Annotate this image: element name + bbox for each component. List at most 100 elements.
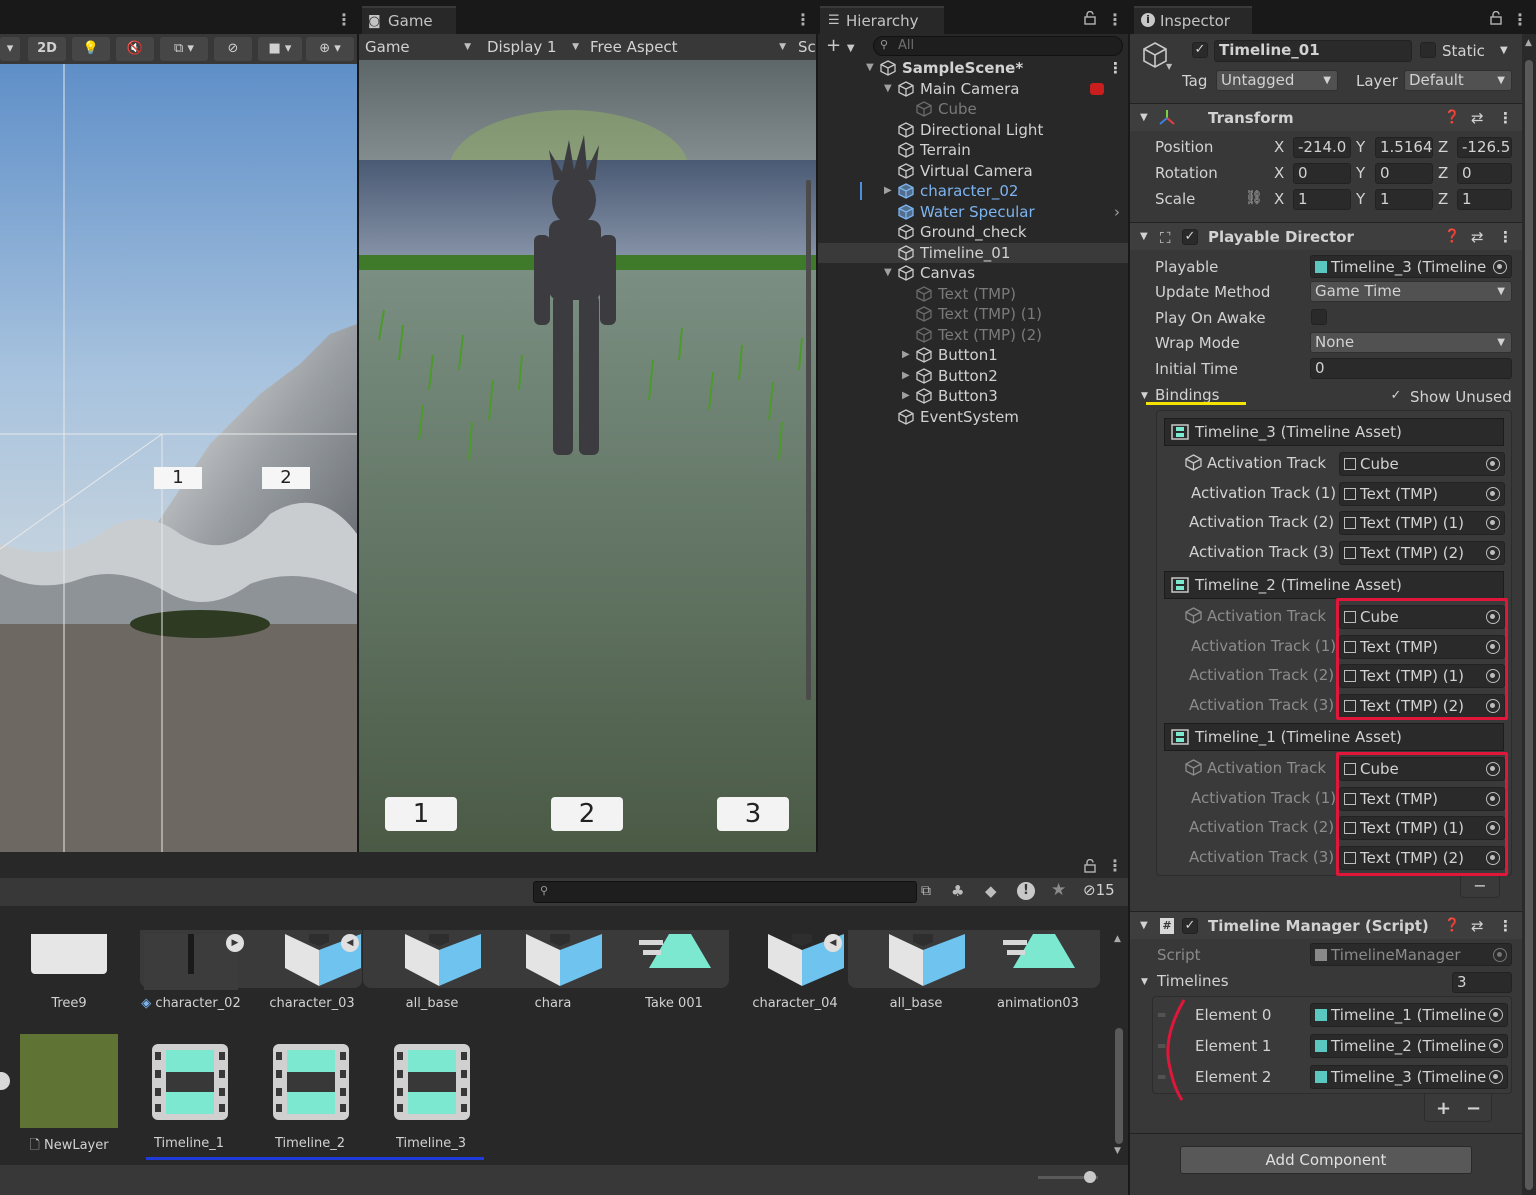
hierarchy-item[interactable]: ▼ Main Camera [818, 79, 1128, 99]
help-icon[interactable]: ❓ [1444, 223, 1460, 251]
timeline-manager-header[interactable]: ▼ # ✓ Timeline Manager (Script) ❓ ⇄ ⋮ [1130, 911, 1522, 939]
axis-label[interactable]: X [1274, 136, 1284, 158]
effects-toggle-icon[interactable]: ⧉ ▾ [160, 37, 208, 61]
play-preview-icon[interactable]: ▶ [226, 934, 244, 952]
object-picker-icon[interactable] [1489, 1008, 1503, 1022]
rotation-z-field[interactable]: 0 [1457, 163, 1512, 184]
foldout-arrow-icon[interactable]: ▼ [1140, 912, 1148, 940]
scale-slider-label[interactable]: Sc [798, 34, 818, 60]
show-unused-checkbox[interactable]: ✓ [1388, 389, 1404, 405]
axis-label[interactable]: Y [1356, 162, 1365, 184]
axis-label[interactable]: Y [1356, 136, 1365, 158]
hierarchy-item[interactable]: Timeline_01 [818, 243, 1128, 263]
position-z-field[interactable]: -126.5 [1457, 137, 1512, 158]
static-dropdown-arrow[interactable]: ▼ [1500, 40, 1508, 62]
timelines-size-field[interactable]: 3 [1452, 972, 1512, 993]
axis-label[interactable]: Z [1438, 188, 1448, 210]
asset-item[interactable]: ◀ character_04 [740, 932, 850, 1012]
object-name-field[interactable]: Timeline_01 [1214, 40, 1412, 62]
project-scroll-down-icon[interactable]: ▼ [1114, 1146, 1121, 1156]
object-picker-icon[interactable] [1486, 545, 1500, 560]
track-binding-field[interactable]: Text (TMP) (2) [1339, 540, 1505, 565]
help-icon[interactable]: ❓ [1444, 912, 1460, 940]
hierarchy-item[interactable]: ▶ Button3 [818, 386, 1128, 406]
inspector-lock-icon[interactable] [1490, 11, 1502, 25]
timelines-label[interactable]: Timelines [1157, 970, 1229, 992]
presets-icon[interactable]: ⇄ [1471, 912, 1484, 940]
display-dropdown[interactable]: Display 1 ▼ [487, 34, 579, 60]
component-menu-icon[interactable]: ⋮ [1498, 104, 1513, 132]
hierarchy-menu-icon[interactable]: ⋮ [1107, 10, 1123, 29]
create-add-button[interactable]: + ▼ [826, 35, 855, 56]
timelines-foldout-arrow-icon[interactable]: ▼ [1141, 971, 1148, 993]
hidden-packages-toggle[interactable]: ⊘15 [1083, 881, 1115, 899]
asset-item[interactable]: animation03 [983, 932, 1093, 1012]
object-picker-icon[interactable] [1486, 486, 1500, 501]
playable-director-enabled-checkbox[interactable]: ✓ [1182, 229, 1198, 245]
axis-label[interactable]: Z [1438, 136, 1448, 158]
asset-item[interactable]: Take 001 [619, 932, 729, 1012]
position-x-field[interactable]: -214.0 [1293, 137, 1351, 158]
terrain-layer-asset[interactable]: 🗋 NewLayer [14, 1034, 124, 1154]
tab-game[interactable]: ◙ Game [362, 6, 456, 34]
track-binding-field[interactable]: Text (TMP) (1) [1339, 511, 1505, 535]
project-scroll-thumb[interactable] [1115, 1028, 1123, 1144]
hierarchy-item[interactable]: ▼ SampleScene* ⋮ [818, 58, 1128, 78]
icon-select-dropdown[interactable]: ▼ [1166, 62, 1172, 71]
collapse-arrow-icon[interactable]: ▶ [902, 366, 910, 386]
axis-label[interactable]: Z [1438, 162, 1448, 184]
console-errors-icon[interactable]: ! [1017, 882, 1035, 900]
game-view-dropdown[interactable]: Game ▼ [365, 34, 471, 60]
expand-arrow-icon[interactable]: ▼ [884, 263, 892, 283]
rotation-x-field[interactable]: 0 [1293, 163, 1351, 184]
scale-z-field[interactable]: 1 [1457, 189, 1512, 210]
rotation-y-field[interactable]: 0 [1375, 163, 1433, 184]
project-menu-icon[interactable]: ⋮ [1107, 856, 1123, 875]
icon-size-slider[interactable] [1038, 1171, 1098, 1183]
position-y-field[interactable]: 1.5164 [1375, 137, 1433, 158]
toggle-2d-button[interactable]: 2D [28, 37, 66, 61]
hierarchy-lock-icon[interactable] [1084, 11, 1096, 25]
open-prefab-chevron-icon[interactable]: › [1114, 202, 1120, 222]
playable-director-header[interactable]: ▼ ⛶ ✓ Playable Director ❓ ⇄ ⋮ [1130, 222, 1522, 250]
game-menu-icon[interactable]: ⋮ [795, 10, 811, 29]
update-method-dropdown[interactable]: Game Time ▼ [1310, 281, 1512, 302]
tab-inspector[interactable]: i Inspector [1134, 6, 1252, 34]
bindings-remove-button[interactable]: − [1460, 876, 1500, 898]
track-binding-field[interactable]: Text (TMP) [1339, 481, 1505, 506]
game-button-2[interactable]: 2 [551, 797, 623, 831]
playable-field[interactable]: Timeline_3 (Timeline [1310, 255, 1512, 278]
collapse-arrow-icon[interactable]: ▶ [902, 386, 910, 406]
component-menu-icon[interactable]: ⋮ [1498, 223, 1513, 251]
hierarchy-item[interactable]: Directional Light [818, 120, 1128, 140]
inspector-scroll-thumb[interactable] [1525, 60, 1533, 1190]
presets-icon[interactable]: ⇄ [1471, 223, 1484, 251]
active-checkbox[interactable]: ✓ [1192, 42, 1208, 58]
collapse-arrow-icon[interactable]: ▶ [902, 345, 910, 365]
timeline-asset-item[interactable]: Timeline_3 [376, 1034, 486, 1154]
add-component-button[interactable]: Add Component [1180, 1146, 1472, 1174]
scale-y-field[interactable]: 1 [1375, 189, 1433, 210]
collapse-arrow-icon[interactable]: ▶ [884, 181, 892, 201]
hierarchy-scrollbar[interactable] [806, 180, 811, 700]
timelines-add-button[interactable]: + [1436, 1098, 1451, 1119]
timeline-manager-enabled-checkbox[interactable]: ✓ [1182, 918, 1198, 934]
project-scroll-up-icon[interactable]: ▲ [1114, 934, 1121, 944]
object-picker-icon[interactable] [1489, 1039, 1503, 1053]
lighting-toggle-icon[interactable]: 💡 [72, 37, 110, 61]
help-icon[interactable]: ❓ [1444, 104, 1460, 132]
play-on-awake-checkbox[interactable] [1311, 309, 1327, 325]
hierarchy-search-input[interactable]: ⚲ All [873, 36, 1123, 56]
object-picker-icon[interactable] [1489, 1070, 1503, 1084]
game-viewport[interactable] [359, 60, 816, 852]
hierarchy-item[interactable]: Text (TMP) (1) [818, 304, 1128, 324]
timeline-asset-header[interactable]: Timeline_2 (Timeline Asset) [1164, 571, 1504, 599]
gizmos-icon[interactable]: ⊕ ▾ [306, 37, 354, 61]
track-binding-field[interactable]: Cube [1339, 452, 1505, 476]
object-picker-icon[interactable] [1486, 516, 1500, 530]
foldout-arrow-icon[interactable]: ▼ [1140, 104, 1148, 132]
object-picker-icon[interactable] [1493, 260, 1507, 274]
timeline-asset-header[interactable]: Timeline_3 (Timeline Asset) [1164, 418, 1504, 446]
timeline-asset-header[interactable]: Timeline_1 (Timeline Asset) [1164, 723, 1504, 751]
component-menu-icon[interactable]: ⋮ [1498, 912, 1513, 940]
